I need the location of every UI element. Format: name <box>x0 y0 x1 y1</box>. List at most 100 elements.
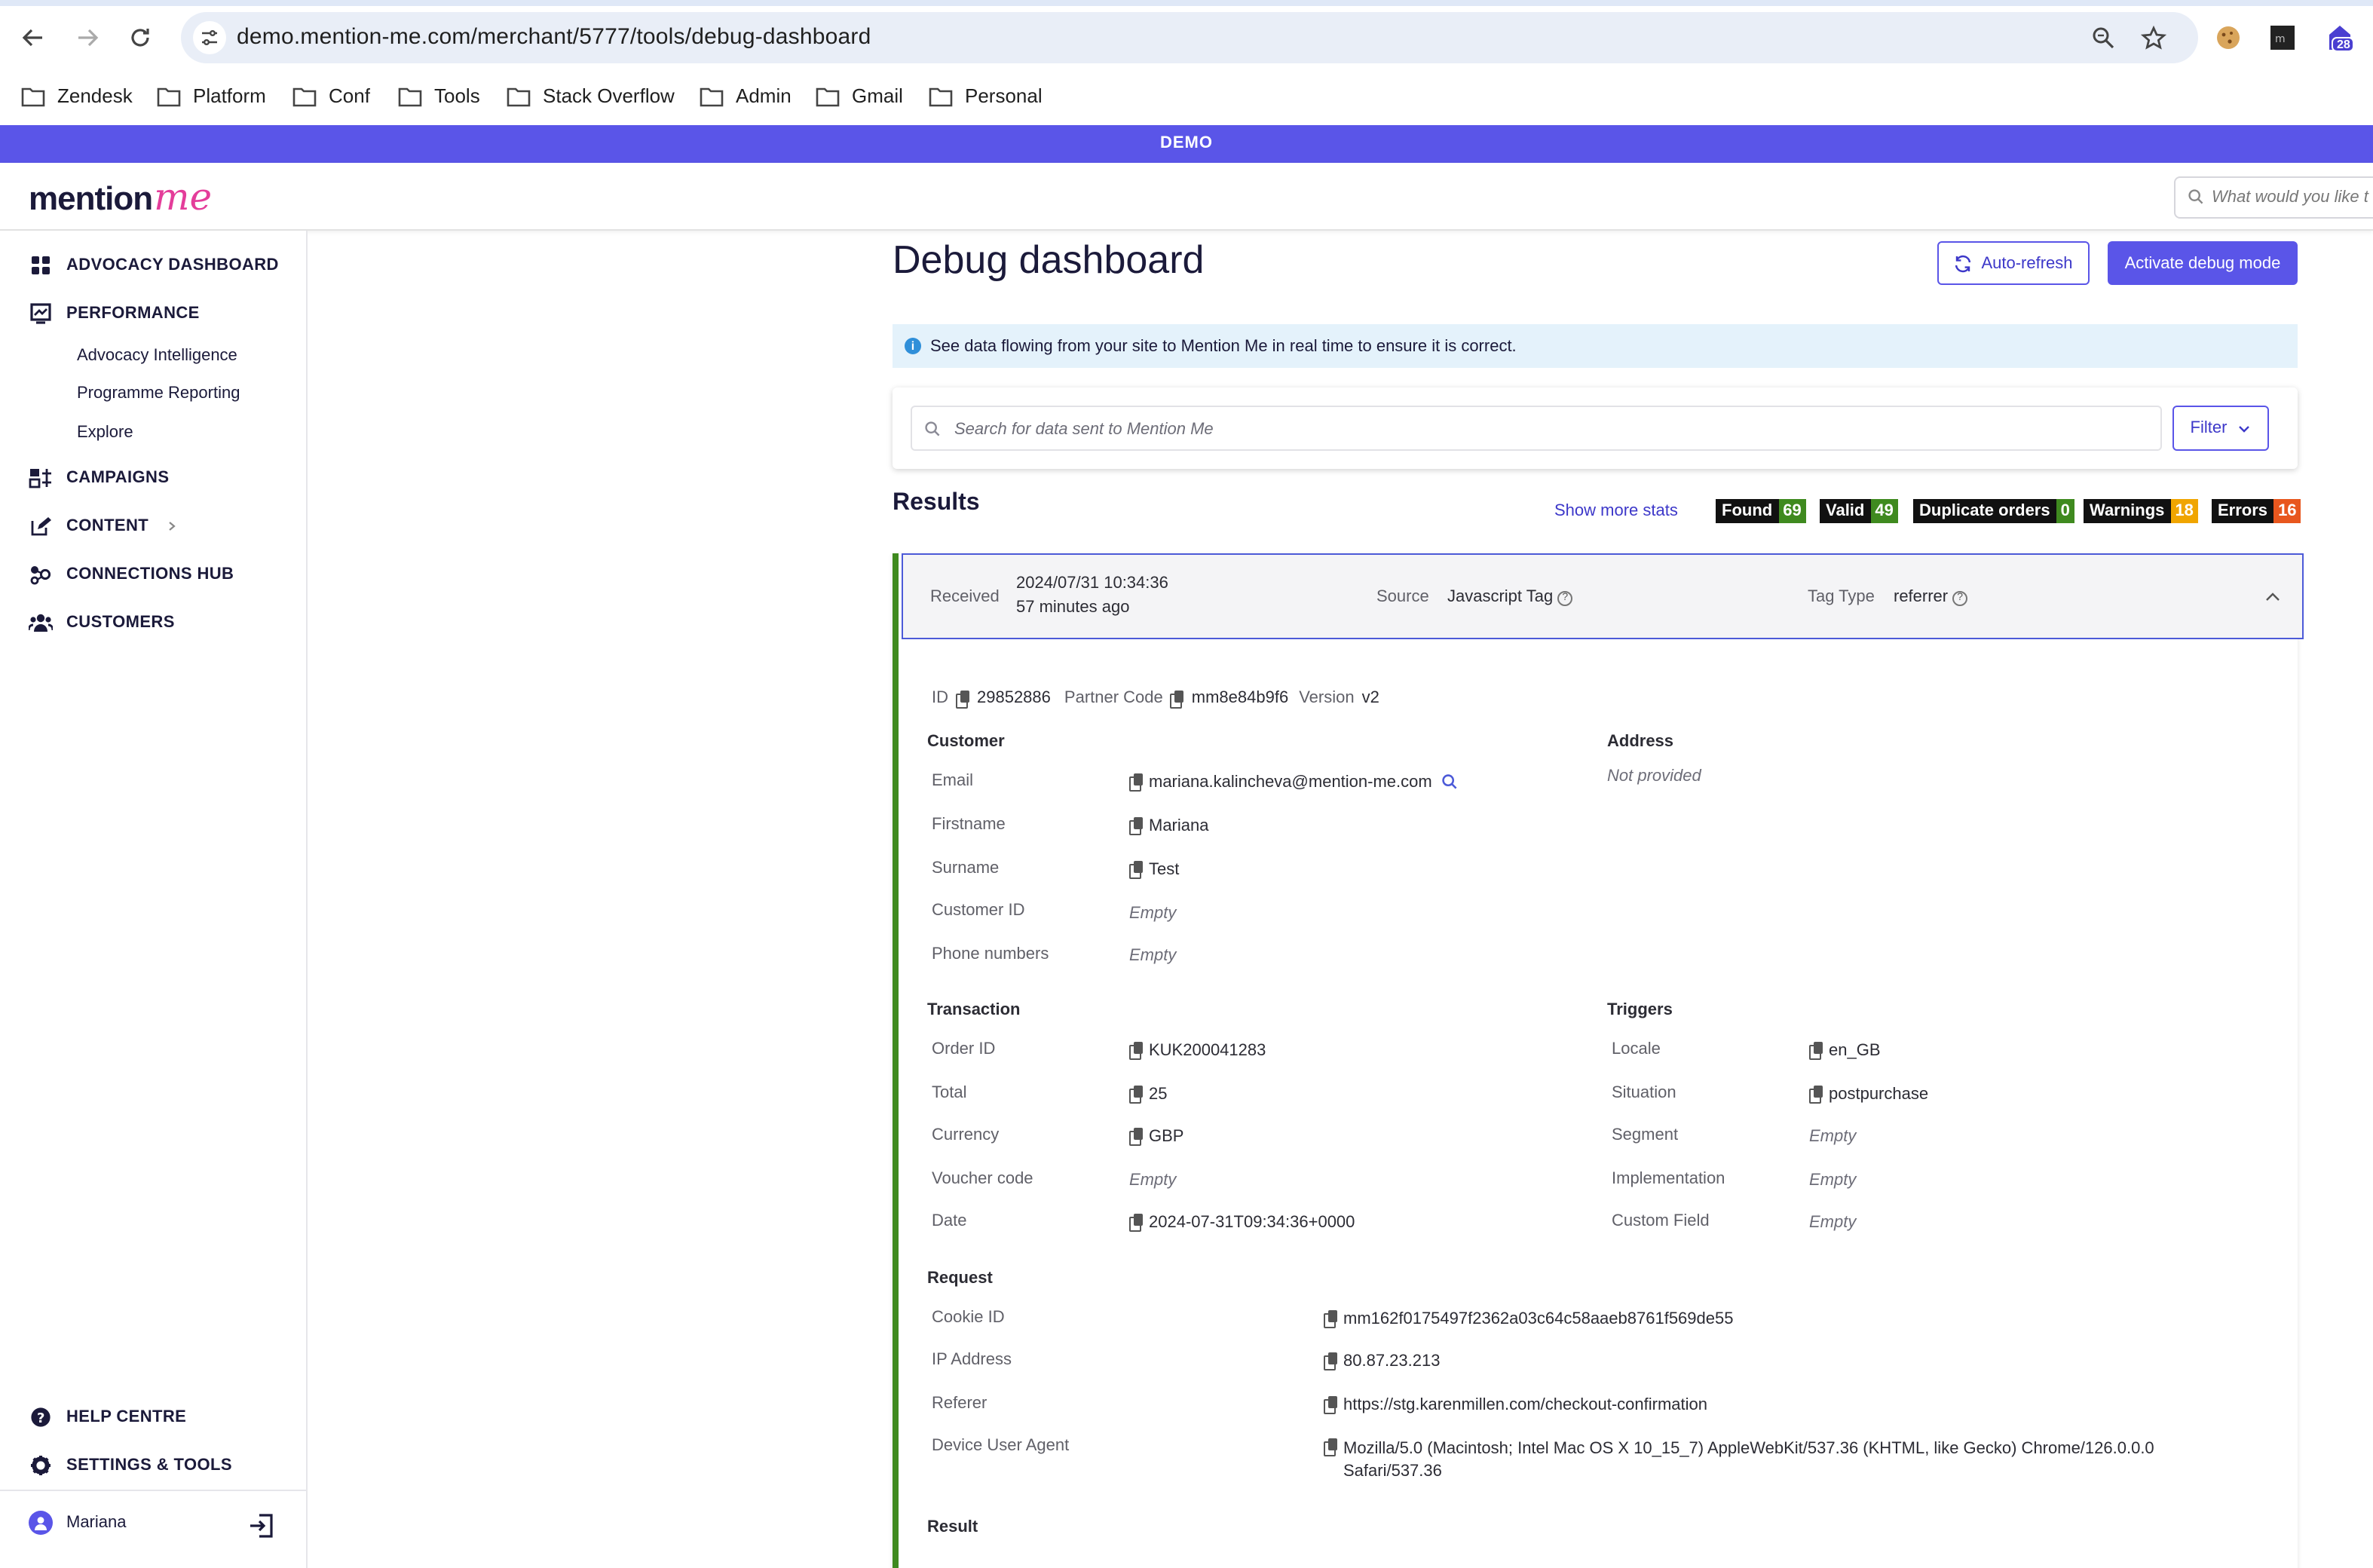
customer-firstname: Mariana <box>1129 817 1209 835</box>
edit-icon <box>29 514 53 538</box>
sidebar-divider <box>0 1490 308 1491</box>
copy-icon[interactable] <box>1809 1086 1823 1104</box>
address-bar[interactable]: demo.mention-me.com/merchant/5777/tools/… <box>181 12 2198 63</box>
sidebar-item-campaigns[interactable]: CAMPAIGNS <box>29 466 169 490</box>
copy-icon[interactable] <box>1170 690 1184 708</box>
folder-icon <box>398 87 422 106</box>
info-icon: i <box>905 338 921 354</box>
reload-icon <box>131 29 149 47</box>
page-title: Debug dashboard <box>893 237 1205 282</box>
url-text: demo.mention-me.com/merchant/5777/tools/… <box>237 24 871 50</box>
folder-icon <box>700 87 724 106</box>
grid-icon <box>29 253 53 277</box>
order-currency: GBP <box>1129 1128 1183 1146</box>
user-profile[interactable]: Mariana <box>29 1511 127 1535</box>
customer-id: Empty <box>1129 905 1177 923</box>
global-search-input[interactable]: What would you like t <box>2174 176 2373 219</box>
voucher-code: Empty <box>1129 1171 1177 1190</box>
record-header[interactable]: Received 2024/07/31 10:34:36 57 minutes … <box>902 553 2304 639</box>
help-circle-icon[interactable]: ? <box>1952 591 1968 606</box>
bookmark-admin[interactable]: Admin <box>700 84 792 107</box>
mention-me-logo[interactable]: mention me <box>29 175 212 219</box>
sidebar-item-help-centre[interactable]: ? HELP CENTRE <box>29 1405 186 1429</box>
copy-icon[interactable] <box>1129 773 1143 792</box>
trigger-implementation: Empty <box>1809 1171 1857 1190</box>
logout-button[interactable] <box>249 1512 276 1547</box>
sidebar-sub-programme-reporting[interactable]: Programme Reporting <box>77 384 240 403</box>
data-search-input[interactable]: Search for data sent to Mention Me <box>911 406 2162 451</box>
bookmark-star-icon[interactable] <box>2139 24 2166 51</box>
forward-button[interactable] <box>71 21 104 54</box>
copy-icon[interactable] <box>1809 1042 1823 1060</box>
sidebar-item-advocacy-dashboard[interactable]: ADVOCACY DASHBOARD <box>29 253 279 277</box>
auto-refresh-button[interactable]: Auto-refresh <box>1937 241 2090 285</box>
help-circle-icon[interactable]: ? <box>1557 591 1573 606</box>
copy-icon[interactable] <box>1129 1042 1143 1060</box>
result-section-title: Result <box>927 1518 978 1536</box>
filter-button[interactable]: Filter <box>2172 406 2269 451</box>
bookmark-platform[interactable]: Platform <box>157 84 266 107</box>
sidebar-item-content[interactable]: CONTENT <box>29 514 177 538</box>
avatar <box>29 1511 53 1535</box>
trigger-custom-field: Empty <box>1809 1214 1857 1232</box>
bookmarks-bar: Zendesk Platform Conf Tools Stack Overfl… <box>0 78 2373 118</box>
extension-badge-count: 28 <box>2337 38 2350 51</box>
cookie-extension-icon[interactable] <box>2212 21 2245 54</box>
copy-icon[interactable] <box>1324 1438 1337 1456</box>
bookmark-tools[interactable]: Tools <box>398 84 480 107</box>
screen: demo.mention-me.com/merchant/5777/tools/… <box>0 0 2373 1568</box>
customer-section-title: Customer <box>927 733 1005 751</box>
search-icon[interactable] <box>1441 773 1458 790</box>
show-more-stats-link[interactable]: Show more stats <box>1554 502 1678 520</box>
triggers-section-title: Triggers <box>1607 1001 1673 1019</box>
copy-icon[interactable] <box>1129 1086 1143 1104</box>
stat-badge-found: Found 69 <box>1716 499 1806 523</box>
copy-icon[interactable] <box>1324 1396 1337 1414</box>
activate-debug-mode-button[interactable]: Activate debug mode <box>2108 241 2298 285</box>
source-value: Javascript Tag? <box>1447 588 1573 606</box>
chevron-down-icon <box>2239 425 2250 432</box>
customer-phone: Empty <box>1129 947 1177 965</box>
profile-extension-icon[interactable]: 28 <box>2323 21 2356 54</box>
sidebar-item-connections-hub[interactable]: CONNECTIONS HUB <box>29 562 234 586</box>
reload-button[interactable] <box>124 21 157 54</box>
zoom-icon[interactable] <box>2090 24 2117 51</box>
stat-badge-valid: Valid 49 <box>1820 499 1898 523</box>
arrow-left-icon <box>22 29 42 47</box>
folder-icon <box>21 87 45 106</box>
bookmark-stack-overflow[interactable]: Stack Overflow <box>507 84 675 107</box>
chevron-right-icon <box>168 522 175 531</box>
back-button[interactable] <box>17 21 50 54</box>
copy-icon[interactable] <box>1324 1352 1337 1370</box>
mm-extension-icon[interactable]: m <box>2266 21 2299 54</box>
sidebar-item-settings-tools[interactable]: SETTINGS & TOOLS <box>29 1453 232 1478</box>
device-user-agent: Mozilla/5.0 (Macintosh; Intel Mac OS X 1… <box>1324 1438 2154 1484</box>
tab-strip <box>0 0 2373 6</box>
received-date: 2024/07/31 10:34:36 <box>1016 574 1168 593</box>
copy-icon[interactable] <box>1129 817 1143 835</box>
chevron-up-icon[interactable] <box>2264 591 2281 603</box>
bookmark-gmail[interactable]: Gmail <box>816 84 903 107</box>
trigger-segment: Empty <box>1809 1128 1857 1146</box>
chart-icon <box>29 302 53 326</box>
connections-icon <box>29 562 53 586</box>
copy-icon[interactable] <box>1129 861 1143 879</box>
bookmark-personal[interactable]: Personal <box>929 84 1043 107</box>
bookmark-zendesk[interactable]: Zendesk <box>21 84 133 107</box>
sidebar: ADVOCACY DASHBOARD PERFORMANCE Advocacy … <box>0 231 308 1568</box>
sidebar-sub-explore[interactable]: Explore <box>77 424 133 442</box>
sidebar-item-customers[interactable]: CUSTOMERS <box>29 611 175 635</box>
global-search-placeholder: What would you like t <box>2212 188 2368 207</box>
gear-icon <box>29 1453 53 1478</box>
copy-icon[interactable] <box>1324 1310 1337 1328</box>
search-icon <box>925 421 940 436</box>
copy-icon[interactable] <box>1129 1214 1143 1232</box>
sidebar-sub-advocacy-intelligence[interactable]: Advocacy Intelligence <box>77 347 237 365</box>
copy-icon[interactable] <box>1129 1128 1143 1146</box>
site-settings-icon[interactable] <box>193 21 226 54</box>
arrow-right-icon <box>78 29 99 47</box>
copy-icon[interactable] <box>956 690 969 708</box>
bookmark-conf[interactable]: Conf <box>292 84 370 107</box>
sidebar-item-performance[interactable]: PERFORMANCE <box>29 302 200 326</box>
browser-chrome: demo.mention-me.com/merchant/5777/tools/… <box>0 0 2373 125</box>
